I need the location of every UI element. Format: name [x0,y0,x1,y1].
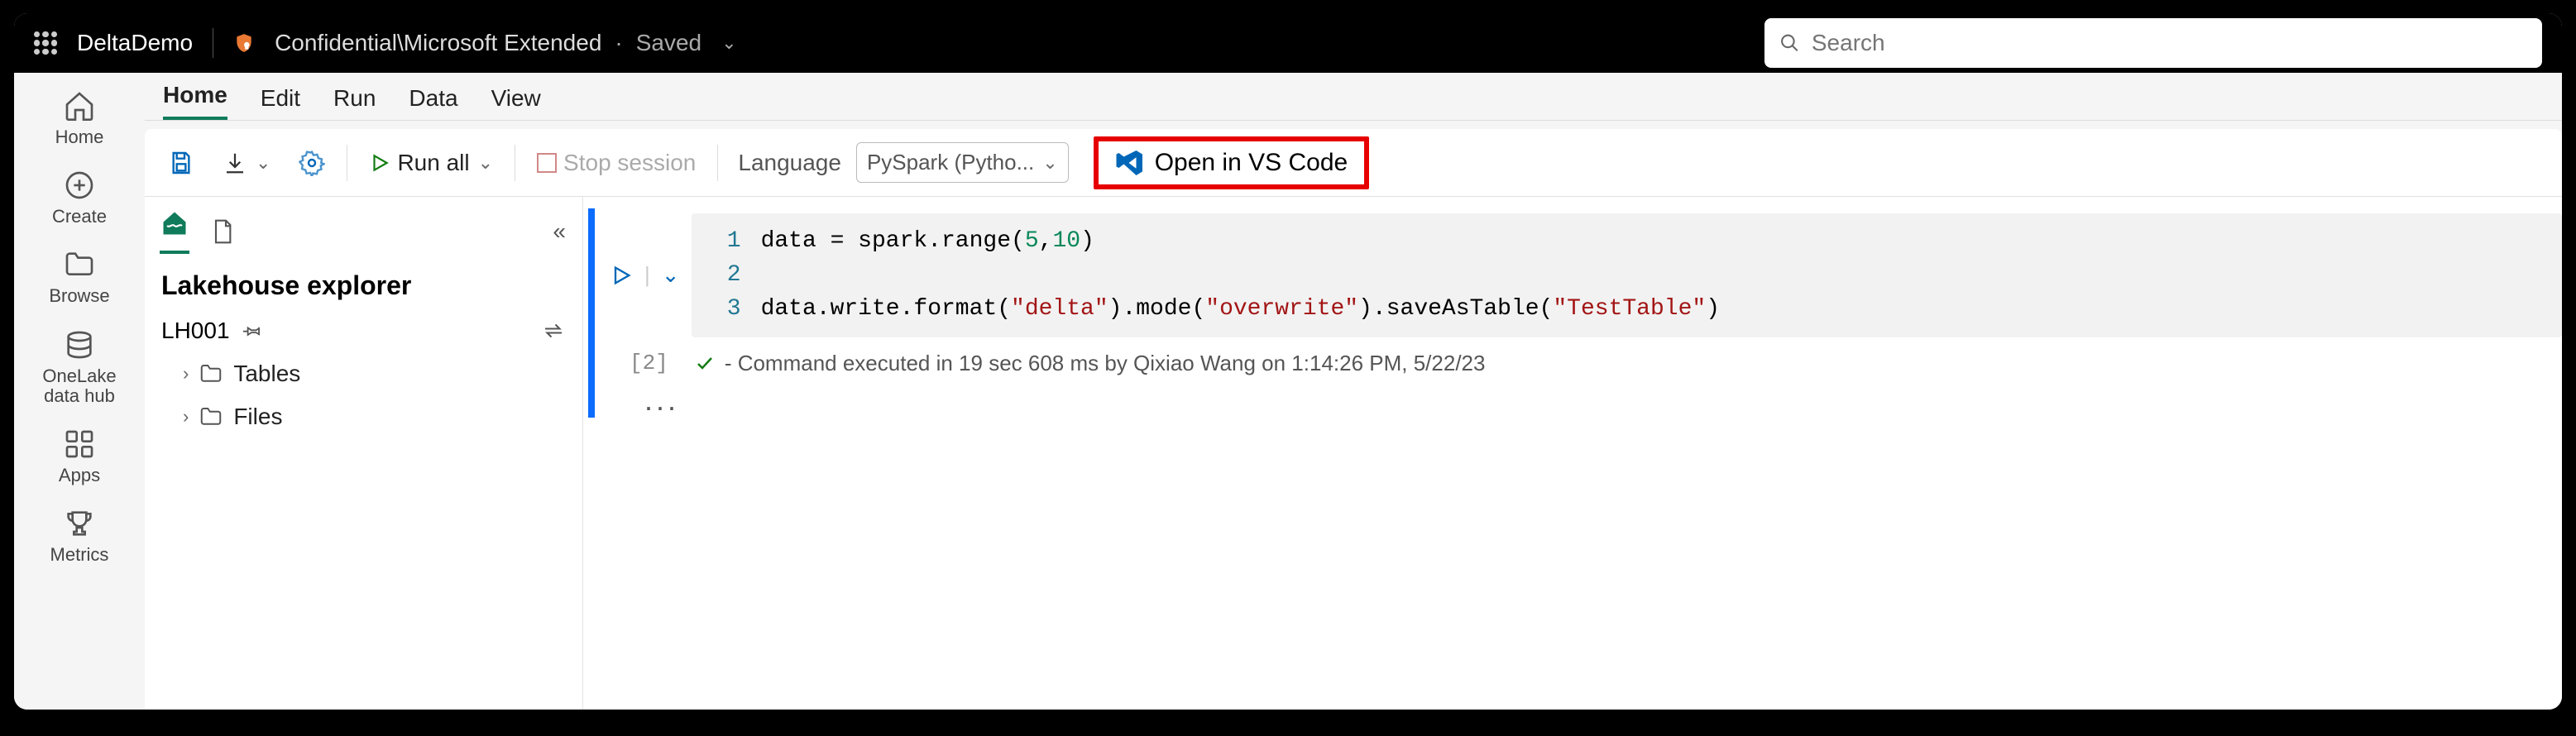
chevron-right-icon: › [183,363,189,385]
code-line: 1data = spark.range(5,10) [708,225,2545,257]
app-launcher-icon[interactable] [34,31,57,55]
execution-status: - Command executed in 19 sec 608 ms by Q… [725,351,1486,376]
collapse-explorer-icon[interactable]: « [553,218,566,245]
tab-run[interactable]: Run [333,85,376,120]
chevron-down-icon[interactable]: ⌄ [721,32,736,54]
nav-create[interactable]: Create [52,164,107,232]
explorer-title: Lakehouse explorer [145,254,582,309]
expand-cell-icon[interactable]: ⌄ [662,262,680,288]
open-vscode-label: Open in VS Code [1155,149,1348,177]
settings-button[interactable] [292,145,332,181]
check-icon [695,353,715,373]
stop-session-label: Stop session [563,150,696,176]
folder-icon [63,248,96,281]
search-input[interactable] [1812,30,2527,56]
chevron-down-icon: ⌄ [256,152,271,174]
stop-session-button[interactable]: Stop session [530,145,702,181]
run-cell-icon[interactable] [610,264,633,287]
language-label: Language [738,150,841,176]
run-all-label: Run all [397,150,469,176]
nav-apps[interactable]: Apps [59,423,100,490]
chevron-right-icon: › [183,406,189,428]
save-button[interactable] [161,145,201,181]
open-in-vscode-button[interactable]: Open in VS Code [1094,136,1369,189]
nav-metrics-label: Metrics [50,545,109,565]
classification-label: Confidential\Microsoft Extended [275,30,601,56]
lakehouse-tab-icon[interactable] [160,208,189,238]
plus-circle-icon [63,169,96,202]
workspace-title: DeltaDemo [77,30,193,56]
sync-icon[interactable] [541,318,566,343]
tab-edit[interactable]: Edit [261,85,300,120]
language-value: PySpark (Pytho... [867,150,1034,175]
chevron-down-icon: ⌄ [478,152,493,174]
stop-icon [537,153,557,173]
apps-icon [63,428,96,461]
saved-status: Saved [636,30,701,56]
code-cell[interactable]: 1data = spark.range(5,10)23data.write.fo… [692,213,2562,337]
chevron-down-icon: ⌄ [1042,152,1057,174]
download-icon [223,151,247,175]
folder-icon [199,361,223,386]
nav-apps-label: Apps [59,466,100,485]
nav-home[interactable]: Home [55,84,104,152]
save-icon [168,150,194,176]
trophy-icon [63,507,96,540]
tab-data[interactable]: Data [409,85,457,120]
cell-index: [2] [630,351,668,375]
nav-browse[interactable]: Browse [49,243,109,311]
search-box[interactable] [1764,18,2542,68]
play-icon [369,152,390,174]
lakehouse-name[interactable]: LH001 [161,318,230,344]
nav-home-label: Home [55,127,104,147]
separator [717,145,718,181]
tree-files-label: Files [233,404,282,430]
pin-icon[interactable] [243,321,263,341]
tab-view[interactable]: View [491,85,541,120]
tree-files[interactable]: › Files [145,395,582,438]
tree-tables[interactable]: › Tables [145,352,582,395]
code-line: 2 [708,259,2545,291]
cell-active-indicator [588,208,595,418]
file-tab-icon[interactable] [209,218,236,245]
gear-icon [299,150,325,176]
language-select[interactable]: PySpark (Pytho... ⌄ [856,142,1069,183]
code-line: 3data.write.format("delta").mode("overwr… [708,293,2545,325]
nav-browse-label: Browse [49,286,109,306]
folder-icon [199,404,223,429]
more-cells[interactable]: ... [605,376,2562,418]
database-hub-icon [63,328,96,361]
download-button[interactable]: ⌄ [216,146,277,180]
home-icon [63,89,96,122]
vscode-icon [1115,148,1145,178]
nav-onelake-label: OneLake data hub [42,366,116,406]
tree-tables-label: Tables [233,361,300,387]
search-icon [1779,32,1800,54]
nav-metrics[interactable]: Metrics [50,502,109,570]
tab-home[interactable]: Home [163,82,227,120]
run-all-button[interactable]: Run all ⌄ [362,145,500,181]
shield-icon [233,31,255,55]
nav-onelake[interactable]: OneLake data hub [42,323,116,411]
nav-create-label: Create [52,207,107,227]
